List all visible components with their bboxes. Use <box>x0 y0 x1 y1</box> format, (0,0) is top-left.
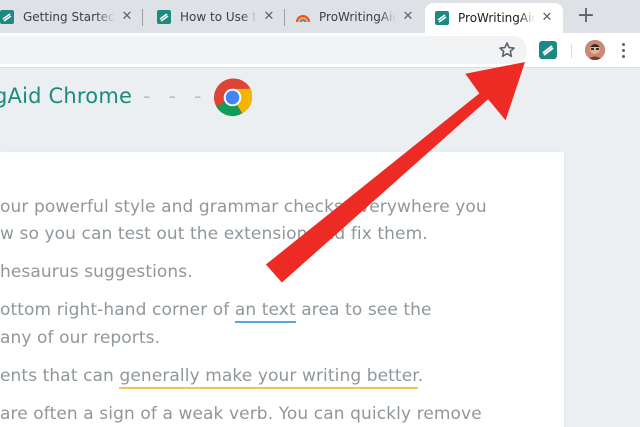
tab-separator <box>284 9 285 26</box>
close-tab-icon[interactable]: ✕ <box>261 9 277 25</box>
toolbar-separator <box>571 44 572 58</box>
flagged-phrase[interactable]: generally make your writing better <box>119 366 418 389</box>
text-line-1: our powerful style and grammar checks ev… <box>0 197 487 217</box>
tab-title: Getting Started <box>23 10 115 24</box>
prowritingaid-favicon-icon <box>0 10 14 24</box>
close-tab-icon[interactable]: ✕ <box>400 9 416 25</box>
prowritingaid-favicon-icon <box>157 10 171 24</box>
profile-photo-icon <box>585 40 605 60</box>
text-line-7: are often a sign of a weak verb. You can… <box>0 404 482 424</box>
text-line-6: ents that can generally make your writin… <box>0 366 424 389</box>
address-bar[interactable] <box>0 36 527 64</box>
prowritingaid-favicon-icon <box>435 11 449 25</box>
tab-title: ProWritingAid <box>319 10 396 24</box>
text-segment: ents that can <box>0 366 120 386</box>
new-tab-button[interactable]: + <box>573 4 599 30</box>
text-line-4: ottom right-hand corner of an text area … <box>0 300 432 323</box>
tab-separator <box>142 9 143 26</box>
prowritingaid-logo-icon <box>542 45 554 56</box>
text-segment: . <box>417 366 424 386</box>
tab-prowritingaid-active[interactable]: ProWritingAid ✕ <box>425 3 563 33</box>
text-line-3: hesaurus suggestions. <box>0 262 193 282</box>
chrome-logo-icon <box>213 78 252 117</box>
tab-title: How to Use the <box>180 10 257 24</box>
kebab-icon[interactable] <box>622 41 626 59</box>
text-line-2: w so you can test out the extension and … <box>0 224 428 244</box>
text-segment: ottom right-hand corner of <box>0 300 235 320</box>
text-line-5: any of our reports. <box>0 328 161 348</box>
heading-dashes: - - - <box>143 84 208 108</box>
tab-getting-started[interactable]: Getting Started ✕ <box>0 3 143 31</box>
flagged-phrase[interactable]: an text <box>234 300 296 323</box>
prowritingaid-icon[interactable] <box>539 41 557 59</box>
page-heading: gAid Chrome <box>0 84 133 108</box>
text-segment: area to see the <box>295 300 432 320</box>
tab-strip: Getting Started ✕ How to Use the ✕ ProWr… <box>0 0 640 33</box>
tab-title: ProWritingAid <box>458 11 535 25</box>
rainbow-favicon-icon <box>296 15 310 23</box>
star-icon[interactable] <box>497 40 517 60</box>
tab-prowritingaid-1[interactable]: ProWritingAid ✕ <box>286 3 424 31</box>
close-tab-icon[interactable]: ✕ <box>539 10 555 26</box>
avatar[interactable] <box>585 40 605 60</box>
close-tab-icon[interactable]: ✕ <box>119 9 135 25</box>
content-card: our powerful style and grammar checks ev… <box>0 152 564 427</box>
tab-how-to-use[interactable]: How to Use the ✕ <box>147 3 285 31</box>
